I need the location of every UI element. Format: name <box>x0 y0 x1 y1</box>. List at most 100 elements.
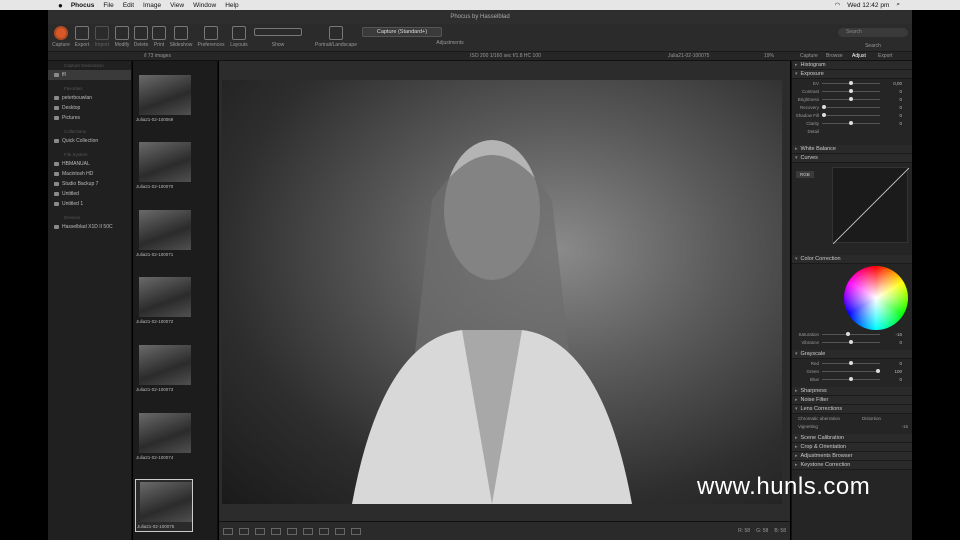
scene-calibration-section[interactable]: ▸ Scene Calibration <box>792 434 912 443</box>
menu-image[interactable]: Image <box>143 2 161 9</box>
crop-orientation-section[interactable]: ▸ Crop & Orientation <box>792 443 912 452</box>
volume-item[interactable]: HBMANUAL <box>48 159 131 169</box>
thumbnail[interactable]: Julia21-02-100073 <box>135 345 193 392</box>
delete-button[interactable]: Delete <box>132 24 150 48</box>
menu-edit[interactable]: Edit <box>123 2 134 9</box>
grayscale-section[interactable]: ▾ Grayscale <box>792 350 912 359</box>
portrait-landscape-button[interactable]: Portrait/Landscape <box>310 24 362 48</box>
slider-track[interactable] <box>822 120 880 125</box>
clock[interactable]: Wed 12:42 pm <box>847 2 889 9</box>
slider-knob[interactable] <box>849 96 853 101</box>
thumbnail[interactable]: Julia21-02-100074 <box>135 413 193 460</box>
volume-item[interactable]: Macintosh HD <box>48 169 131 179</box>
noise-filter-section[interactable]: ▸ Noise Filter <box>792 396 912 405</box>
slider-knob[interactable] <box>849 339 853 344</box>
volume-item[interactable]: Studio Backup 7 <box>48 179 131 189</box>
grid-overlay-icon[interactable] <box>319 527 329 535</box>
sharpness-section[interactable]: ▸ Sharpness <box>792 387 912 396</box>
wifi-icon[interactable]: ◠ <box>835 1 841 9</box>
menu-help[interactable]: Help <box>225 2 238 9</box>
hand-tool-icon[interactable] <box>303 527 313 535</box>
slider-track[interactable] <box>822 80 880 85</box>
slider-knob[interactable] <box>822 104 826 109</box>
next-image-icon[interactable] <box>351 527 361 535</box>
tab-browse[interactable]: Browse <box>826 53 843 59</box>
crop-tool-icon[interactable] <box>255 527 265 535</box>
thumbnail[interactable]: Julia21-02-100069 <box>135 75 193 122</box>
distortion-checkbox[interactable]: Distortion <box>862 416 881 421</box>
slider-knob[interactable] <box>849 88 853 93</box>
zoom-level[interactable]: 19% <box>764 53 774 59</box>
thumbnail[interactable]: Julia21-02-100070 <box>135 142 193 189</box>
slider-track[interactable] <box>822 96 880 101</box>
menu-phocus[interactable]: Phocus <box>71 2 94 9</box>
export-button[interactable]: Export <box>72 24 92 48</box>
slider-knob[interactable] <box>876 368 880 373</box>
previous-image-icon[interactable] <box>335 527 345 535</box>
thumbnail[interactable]: Julia21-02-100072 <box>135 277 193 324</box>
capture-destination-item[interactable]: ffl <box>48 70 131 80</box>
slider-knob[interactable] <box>822 112 826 117</box>
image-viewer[interactable] <box>219 61 790 540</box>
thumbnail[interactable]: Julia21-02-100071 <box>135 210 193 257</box>
tab-adjust[interactable]: Adjust <box>852 53 866 59</box>
tab-export[interactable]: Export <box>878 53 892 59</box>
menu-view[interactable]: View <box>170 2 184 9</box>
curves-channel-select[interactable]: RGB <box>796 171 814 178</box>
device-item[interactable]: Hasselblad X1D II 50C <box>48 222 131 232</box>
capture-button[interactable]: Capture <box>50 24 72 48</box>
preferences-button[interactable]: Preferences <box>194 24 228 48</box>
show-group[interactable]: Show <box>252 24 304 48</box>
import-button[interactable]: Import <box>92 24 112 48</box>
straighten-tool-icon[interactable] <box>271 527 281 535</box>
show-toggles[interactable] <box>254 28 302 36</box>
menu-file[interactable]: File <box>103 2 113 9</box>
favorite-item[interactable]: Desktop <box>48 103 131 113</box>
volume-item[interactable]: Untitled <box>48 189 131 199</box>
slider-knob[interactable] <box>849 120 853 125</box>
adjustment-preset-select[interactable]: Capture (Standard+) <box>362 27 442 37</box>
volume-item[interactable]: Untitled 1 <box>48 199 131 209</box>
curves-section[interactable]: ▾ Curves <box>792 154 912 163</box>
search-input[interactable]: Search <box>838 28 908 37</box>
slider-knob[interactable] <box>846 331 851 336</box>
menu-window[interactable]: Window <box>193 2 216 9</box>
tab-capture[interactable]: Capture <box>800 53 818 59</box>
slider-track[interactable] <box>822 104 880 109</box>
favorite-item[interactable]: peterbouwlan <box>48 93 131 103</box>
slider-knob[interactable] <box>849 80 853 85</box>
slider-track[interactable] <box>822 376 880 381</box>
favorite-item[interactable]: Pictures <box>48 113 131 123</box>
thumbnail-selected[interactable]: Julia21-02-100075 <box>135 479 193 532</box>
adjustments-browser-section[interactable]: ▸ Adjustments Browser <box>792 452 912 461</box>
layouts-button[interactable]: Layouts <box>228 24 250 48</box>
slider-track[interactable] <box>822 112 880 117</box>
vignetting-checkbox[interactable]: Vignetting <box>798 424 818 429</box>
curves-graph[interactable] <box>832 167 910 245</box>
slider-track[interactable] <box>822 368 880 373</box>
white-balance-section[interactable]: ▸ White Balance <box>792 145 912 154</box>
modify-button[interactable]: Modify <box>112 24 132 48</box>
compare-view-icon[interactable] <box>239 527 249 535</box>
color-correction-section[interactable]: ▾ Color Correction <box>792 255 912 264</box>
print-button[interactable]: Print <box>150 24 168 48</box>
slider-knob[interactable] <box>849 360 853 365</box>
slideshow-button[interactable]: Slideshow <box>168 24 194 48</box>
main-photo[interactable] <box>222 80 782 504</box>
search-icon[interactable]: ⌕ <box>896 1 900 9</box>
slider-track[interactable] <box>822 88 880 93</box>
chromatic-checkbox[interactable]: Chromatic aberration <box>798 416 840 421</box>
exposure-section[interactable]: ▾ Exposure <box>792 70 912 79</box>
histogram-section[interactable]: ▸ Histogram <box>792 61 912 70</box>
collection-item[interactable]: Quick Collection <box>48 136 131 146</box>
slider-knob[interactable] <box>849 376 853 381</box>
eyedropper-tool-icon[interactable] <box>287 527 297 535</box>
slider-track[interactable] <box>822 331 880 336</box>
keystone-correction-section[interactable]: ▸ Keystone Correction <box>792 461 912 470</box>
slider-track[interactable] <box>822 360 880 365</box>
slider-track[interactable] <box>822 339 880 344</box>
single-view-icon[interactable] <box>223 527 233 535</box>
apple-icon[interactable]: ● <box>58 1 63 10</box>
lens-corrections-section[interactable]: ▾ Lens Corrections <box>792 405 912 414</box>
color-wheel[interactable] <box>844 266 908 330</box>
